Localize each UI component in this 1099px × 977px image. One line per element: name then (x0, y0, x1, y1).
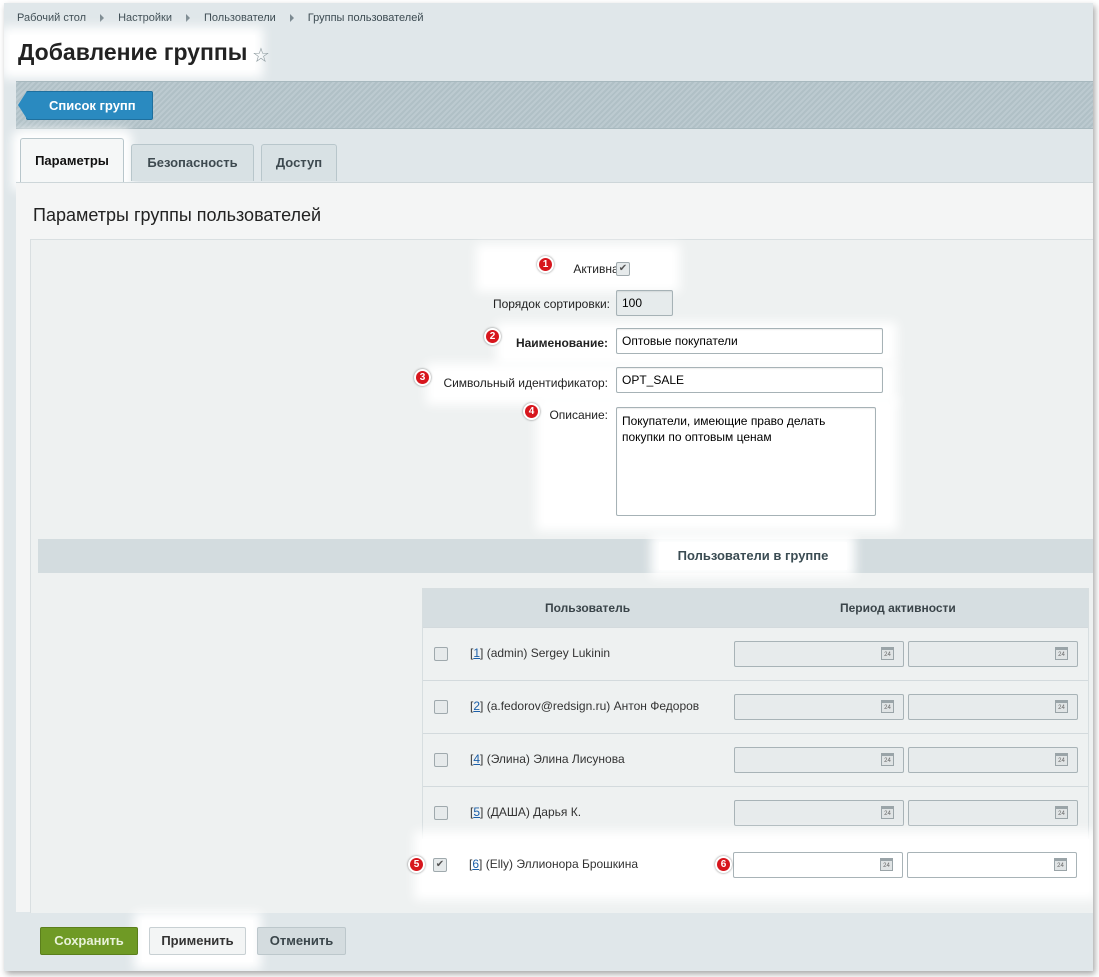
user-id-link[interactable]: 5 (473, 805, 480, 819)
tab-security[interactable]: Безопасность (131, 144, 254, 181)
period-end-field[interactable]: 24 (908, 641, 1078, 667)
user-checkbox[interactable] (434, 806, 448, 820)
period-end-field[interactable]: 24 (907, 852, 1077, 878)
calendar-icon[interactable]: 24 (1055, 753, 1068, 766)
user-id-link[interactable]: 4 (473, 752, 480, 766)
calendar-icon[interactable]: 24 (881, 753, 894, 766)
period-start-field[interactable]: 24 (734, 694, 904, 720)
description-textarea[interactable]: Покупатели, имеющие право делать покупки… (616, 407, 876, 516)
calendar-icon[interactable]: 24 (881, 647, 894, 660)
chevron-right-icon (186, 14, 190, 22)
page-title-highlight: Добавление группы (10, 35, 256, 70)
active-checkbox[interactable]: ✔ (616, 262, 630, 276)
calendar-icon[interactable]: 24 (881, 806, 894, 819)
period-end-field[interactable]: 24 (908, 800, 1078, 826)
calendar-icon[interactable]: 24 (880, 858, 893, 871)
user-id-link[interactable]: 6 (472, 857, 479, 871)
user-name: (ДАША) Дарья К. (486, 805, 582, 819)
toolbar (16, 81, 1093, 129)
save-button[interactable]: Сохранить (40, 927, 138, 955)
annotation-badge-5: 5 (408, 856, 425, 873)
user-entry: [6] (Elly) Эллионора Брошкина (469, 857, 639, 871)
table-row-highlighted: ✔ [6] (Elly) Эллионора Брошкина 24 24 (422, 839, 1089, 892)
tab-bar: Параметры Безопасность Доступ (16, 130, 1093, 182)
chevron-right-icon (289, 14, 294, 22)
users-section-title: Пользователи в группе (677, 548, 829, 563)
user-checkbox[interactable] (434, 647, 448, 661)
user-name: (Elly) Эллионора Брошкина (485, 857, 639, 871)
user-name: (a.fedorov@redsign.ru) Антон Федоров (486, 699, 700, 713)
name-label: Наименование: (515, 336, 608, 350)
chevron-right-icon (100, 14, 105, 22)
user-id-link[interactable]: 2 (473, 699, 480, 713)
name-input[interactable]: Оптовые покупатели (616, 328, 883, 354)
user-id-link[interactable]: 1 (473, 646, 480, 660)
user-checkbox[interactable] (434, 753, 448, 767)
period-start-field[interactable]: 24 (733, 852, 903, 878)
breadcrumb-settings[interactable]: Настройки (118, 12, 172, 24)
table-row: [1] (admin) Sergey Lukinin 24 24 (423, 627, 1088, 680)
app-window: Рабочий стол Настройки Пользователи Груп… (4, 3, 1093, 971)
users-section-highlight: Пользователи в группе (659, 542, 847, 570)
table-row: [4] (Элина) Элина Лисунова 24 24 (423, 733, 1088, 786)
user-name: (admin) Sergey Lukinin (486, 646, 611, 660)
breadcrumb-desktop[interactable]: Рабочий стол (17, 12, 86, 24)
user-entry: [1] (admin) Sergey Lukinin (470, 646, 611, 660)
user-entry: [5] (ДАША) Дарья К. (470, 805, 582, 819)
breadcrumb-user-groups[interactable]: Группы пользователей (308, 12, 424, 24)
star-icon[interactable]: ☆ (252, 43, 270, 68)
period-end-field[interactable]: 24 (908, 694, 1078, 720)
column-header-period: Период активности (840, 601, 956, 615)
user-name: (Элина) Элина Лисунова (486, 752, 625, 766)
code-input[interactable]: OPT_SALE (616, 367, 883, 393)
sort-label: Порядок сортировки: (492, 297, 610, 311)
tab-access[interactable]: Доступ (261, 144, 337, 181)
users-section-band (38, 539, 1093, 573)
calendar-icon[interactable]: 24 (1055, 806, 1068, 819)
apply-button[interactable]: Применить (149, 927, 246, 955)
calendar-icon[interactable]: 24 (1055, 700, 1068, 713)
active-label: Активна: (573, 262, 622, 276)
tab-parameters[interactable]: Параметры (20, 138, 124, 182)
calendar-icon[interactable]: 24 (1055, 647, 1068, 660)
description-label: Описание: (549, 408, 608, 422)
calendar-icon[interactable]: 24 (1054, 858, 1067, 871)
table-row: [5] (ДАША) Дарья К. 24 24 (423, 786, 1088, 839)
period-start-field[interactable]: 24 (734, 800, 904, 826)
group-list-button[interactable]: Список групп (18, 91, 153, 120)
section-title: Параметры группы пользователей (33, 205, 322, 225)
cancel-button[interactable]: Отменить (257, 927, 346, 955)
code-label: Символьный идентификатор: (443, 376, 608, 390)
annotation-badge-6: 6 (715, 856, 732, 873)
user-entry: [2] (a.fedorov@redsign.ru) Антон Федоров (470, 699, 700, 713)
period-end-field[interactable]: 24 (908, 747, 1078, 773)
period-start-field[interactable]: 24 (734, 641, 904, 667)
table-row: [2] (a.fedorov@redsign.ru) Антон Федоров… (423, 680, 1088, 733)
breadcrumb: Рабочий стол Настройки Пользователи Груп… (17, 12, 423, 24)
sort-input[interactable]: 100 (616, 290, 673, 316)
user-entry: [4] (Элина) Элина Лисунова (470, 752, 625, 766)
page-title: Добавление группы (18, 39, 248, 65)
user-checkbox[interactable]: ✔ (433, 858, 447, 872)
user-checkbox[interactable] (434, 700, 448, 714)
table-header: Пользователь Период активности (423, 589, 1088, 627)
column-header-user: Пользователь (545, 601, 631, 615)
breadcrumb-users[interactable]: Пользователи (204, 12, 276, 24)
calendar-icon[interactable]: 24 (881, 700, 894, 713)
period-start-field[interactable]: 24 (734, 747, 904, 773)
